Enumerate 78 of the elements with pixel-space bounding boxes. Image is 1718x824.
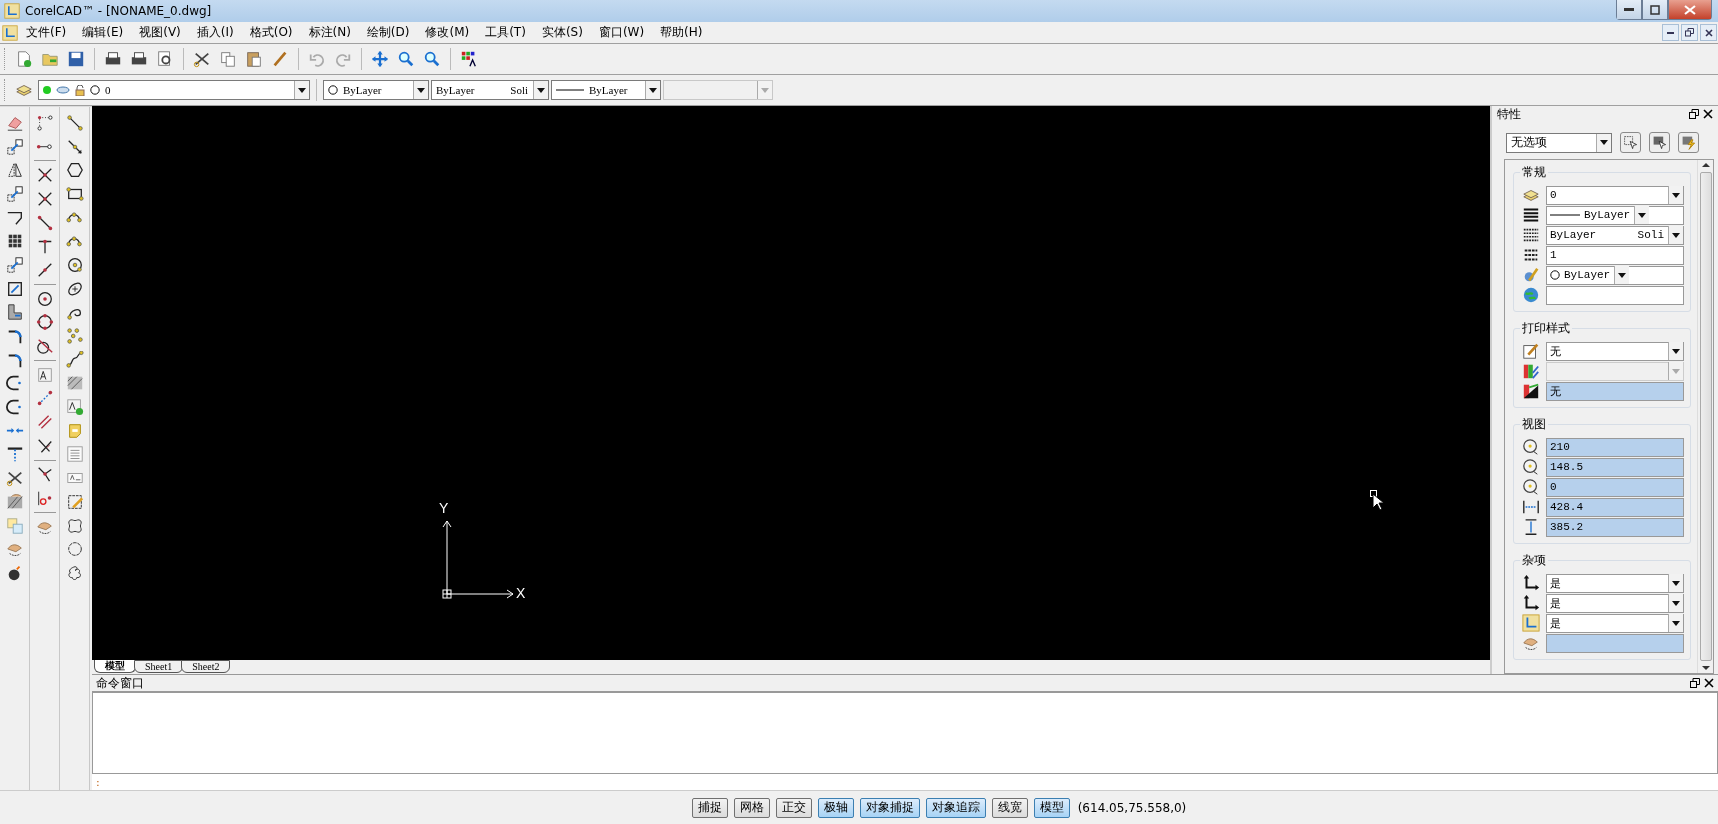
- field-value: ByLayer: [1584, 209, 1631, 221]
- lineweight-value: ByLayer: [589, 84, 629, 96]
- sheet-tab[interactable]: Sheet1: [134, 660, 184, 673]
- field-value: ByLayer: [1550, 229, 1598, 241]
- field-description: Soli: [1637, 229, 1664, 241]
- lineweight-dropdown[interactable]: ByLayer: [551, 80, 661, 100]
- menu-item[interactable]: 修改(M): [417, 24, 478, 41]
- field-value: 428.4: [1550, 501, 1584, 513]
- field-value: 210: [1550, 441, 1571, 453]
- dropdown-field[interactable]: 是: [1546, 613, 1684, 633]
- status-toggle[interactable]: 对象追踪: [925, 797, 986, 818]
- status-toggle[interactable]: 极轴: [817, 797, 854, 818]
- selection-value: 无选项: [1511, 134, 1548, 151]
- status-toggle[interactable]: 网格: [733, 797, 770, 818]
- group-title: 常规: [1520, 164, 1548, 181]
- menu-item[interactable]: 帮助(H): [652, 24, 711, 41]
- cursor-coordinates: (614.05,75.558,0): [1077, 800, 1187, 815]
- status-toggle[interactable]: 捕捉: [691, 797, 728, 818]
- status-toggle[interactable]: 模型: [1033, 797, 1070, 818]
- window-title: CorelCAD™ - [NONAME_0.dwg]: [25, 4, 213, 18]
- dropdown-field[interactable]: ByLayer Soli: [1546, 225, 1684, 245]
- field-value: 0: [1550, 189, 1558, 201]
- field-value: 无: [1550, 344, 1562, 359]
- menu-item[interactable]: 绘制(D): [358, 24, 418, 41]
- group-title: 视图: [1520, 416, 1548, 433]
- sheet-tab[interactable]: 模型: [94, 660, 136, 673]
- drawing-canvas[interactable]: Y X: [92, 106, 1490, 660]
- dropdown-field[interactable]: 是: [1546, 593, 1684, 613]
- x-axis-label: X: [516, 585, 526, 601]
- panel-title: 命令窗口: [96, 674, 144, 692]
- dropdown-field[interactable]: ByLayer: [1546, 265, 1684, 285]
- field-value: 无: [1550, 384, 1562, 399]
- input-field[interactable]: 无: [1546, 381, 1684, 401]
- field-value: 是: [1550, 576, 1562, 591]
- dropdown-field[interactable]: ByLayer: [1546, 205, 1684, 225]
- command-input[interactable]: :: [92, 774, 1718, 790]
- menu-item[interactable]: 视图(V): [131, 24, 189, 41]
- linetype-description: Soli: [510, 84, 528, 96]
- field-value: 是: [1550, 596, 1562, 611]
- y-axis-label: Y: [439, 500, 449, 516]
- layer-dropdown[interactable]: 0: [38, 80, 310, 100]
- group-title: 杂项: [1520, 552, 1548, 569]
- menu-item[interactable]: 实体(S): [533, 24, 591, 41]
- dropdown-field[interactable]: 是: [1546, 573, 1684, 593]
- menu-item[interactable]: 格式(O): [241, 24, 301, 41]
- menu-item[interactable]: 标注(N): [300, 24, 359, 41]
- dropdown-field[interactable]: 无: [1546, 341, 1684, 361]
- field-value: 148.5: [1550, 461, 1584, 473]
- selection-dropdown[interactable]: 无选项: [1506, 132, 1612, 153]
- group-title: 打印样式: [1520, 320, 1572, 337]
- menu-item[interactable]: 工具(T): [477, 24, 534, 41]
- panel-title: 特性: [1497, 105, 1521, 123]
- menu-item[interactable]: 编辑(E): [74, 24, 132, 41]
- field-value: 0: [1550, 481, 1558, 493]
- field-value: 385.2: [1550, 521, 1584, 533]
- status-toggle[interactable]: 正交: [775, 797, 812, 818]
- input-field[interactable]: 148.5: [1546, 457, 1684, 477]
- status-toggle[interactable]: 线宽: [991, 797, 1028, 818]
- status-toggle[interactable]: 对象捕捉: [859, 797, 920, 818]
- field-value: 是: [1550, 616, 1562, 631]
- color-dropdown[interactable]: ByLayer: [323, 80, 429, 100]
- linetype-value: ByLayer: [436, 84, 476, 96]
- dropdown-field[interactable]: 0: [1546, 185, 1684, 205]
- menu-item[interactable]: 窗口(W): [590, 24, 653, 41]
- input-field[interactable]: 428.4: [1546, 497, 1684, 517]
- command-prompt: :: [96, 775, 100, 789]
- sheet-tab[interactable]: Sheet2: [181, 660, 231, 673]
- linetype-dropdown[interactable]: ByLayer Soli: [431, 80, 549, 100]
- color-value: ByLayer: [343, 84, 383, 96]
- menu-item[interactable]: 文件(F): [18, 24, 75, 41]
- input-field[interactable]: 210: [1546, 437, 1684, 457]
- field-value: ByLayer: [1564, 269, 1611, 281]
- menu-item[interactable]: 插入(I): [188, 24, 242, 41]
- input-field[interactable]: 385.2: [1546, 517, 1684, 537]
- layer-name: 0: [105, 84, 112, 96]
- input-field[interactable]: 1: [1546, 245, 1684, 265]
- input-field[interactable]: 0: [1546, 477, 1684, 497]
- field-value: 1: [1550, 249, 1558, 261]
